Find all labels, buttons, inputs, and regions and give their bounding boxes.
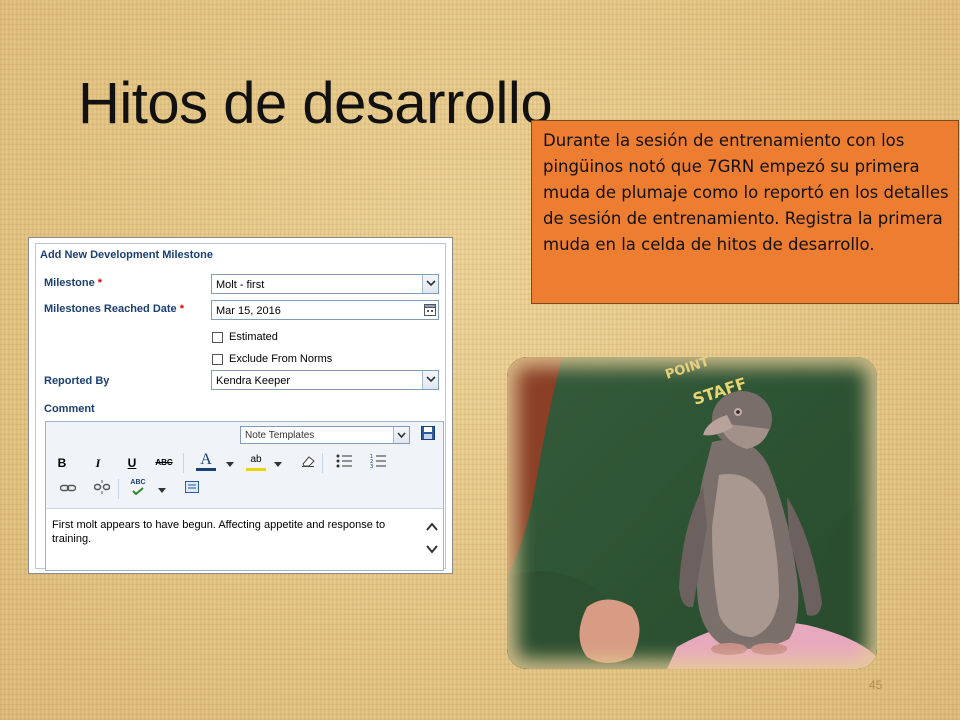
slide-title: Hitos de desarrollo bbox=[78, 71, 553, 136]
penguin-photo: POINT STAFF bbox=[507, 357, 877, 669]
exclude-from-norms-checkbox[interactable] bbox=[212, 354, 223, 365]
highlight-dropdown[interactable] bbox=[268, 454, 288, 472]
milestone-value: Molt - first bbox=[216, 279, 265, 291]
eraser-icon bbox=[302, 456, 315, 467]
bullet-list-icon bbox=[336, 454, 352, 468]
add-milestone-panel: Add New Development Milestone Milestone … bbox=[28, 237, 453, 574]
underline-button[interactable]: U bbox=[122, 454, 142, 472]
reported-by-dropdown-button[interactable] bbox=[422, 371, 438, 389]
document-icon bbox=[185, 481, 199, 493]
spellcheck-dropdown[interactable] bbox=[152, 480, 172, 498]
milestone-dropdown-button[interactable] bbox=[422, 275, 438, 293]
chevron-up-icon[interactable] bbox=[425, 520, 439, 534]
estimated-checkbox[interactable] bbox=[212, 332, 223, 343]
source-view-button[interactable] bbox=[182, 480, 202, 498]
numbered-list-icon: 1 2 3 bbox=[370, 454, 386, 470]
save-template-button[interactable] bbox=[418, 426, 438, 444]
chevron-down-icon bbox=[426, 376, 436, 383]
milestone-label: Milestone * bbox=[44, 277, 102, 289]
milestone-select[interactable]: Molt - first bbox=[211, 274, 439, 294]
required-marker: * bbox=[179, 303, 184, 315]
caret-down-icon bbox=[158, 488, 166, 493]
chevron-down-icon bbox=[426, 280, 436, 287]
toolbar-separator bbox=[322, 453, 323, 473]
note-templates-value: Note Templates bbox=[245, 430, 315, 441]
editor-scrollbar[interactable] bbox=[425, 520, 439, 570]
calendar-icon bbox=[424, 304, 436, 316]
reported-by-label: Reported By bbox=[44, 375, 110, 387]
estimated-label: Estimated bbox=[229, 331, 278, 343]
comment-editor: Note Templates B I U ABC A ab 1 2 3 ABC … bbox=[45, 421, 444, 571]
toolbar-separator bbox=[118, 479, 119, 499]
reported-by-value: Kendra Keeper bbox=[216, 375, 290, 387]
bold-button[interactable]: B bbox=[52, 454, 72, 472]
chevron-down-icon[interactable] bbox=[425, 542, 439, 556]
instruction-callout: Durante la sesión de entrenamiento con l… bbox=[531, 120, 959, 304]
eraser-button[interactable] bbox=[298, 454, 318, 472]
panel-title: Add New Development Milestone bbox=[40, 249, 213, 261]
checkmark-icon bbox=[132, 487, 144, 495]
unlink-icon bbox=[93, 480, 111, 494]
link-icon bbox=[59, 484, 77, 492]
numbered-list-button[interactable]: 1 2 3 bbox=[368, 454, 388, 472]
date-value: Mar 15, 2016 bbox=[216, 305, 281, 317]
panel-inner: Add New Development Milestone Milestone … bbox=[35, 243, 446, 571]
date-label: Milestones Reached Date * bbox=[44, 303, 184, 315]
caret-down-icon bbox=[274, 462, 282, 467]
date-label-text: Milestones Reached Date bbox=[44, 303, 177, 315]
required-marker: * bbox=[97, 277, 103, 289]
highlight-button[interactable]: ab bbox=[246, 452, 266, 471]
caret-down-icon bbox=[226, 462, 234, 467]
comment-textarea[interactable]: First molt appears to have begun. Affect… bbox=[52, 518, 402, 546]
italic-button[interactable]: I bbox=[88, 454, 108, 472]
calendar-button[interactable] bbox=[422, 301, 438, 319]
link-button[interactable] bbox=[58, 480, 78, 498]
strikethrough-button[interactable]: ABC bbox=[154, 454, 174, 472]
photo-soft-edge bbox=[507, 357, 877, 669]
toolbar-separator bbox=[183, 453, 184, 473]
milestone-label-text: Milestone bbox=[44, 277, 95, 289]
spellcheck-label: ABC bbox=[130, 479, 146, 486]
chevron-down-icon bbox=[397, 432, 406, 438]
date-input[interactable]: Mar 15, 2016 bbox=[211, 300, 439, 320]
unlink-button[interactable] bbox=[92, 480, 112, 498]
font-color-dropdown[interactable] bbox=[220, 454, 240, 472]
page-number: 45 bbox=[869, 678, 883, 692]
note-templates-select[interactable]: Note Templates bbox=[240, 426, 410, 444]
editor-toolbar: Note Templates B I U ABC A ab 1 2 3 ABC bbox=[46, 422, 443, 509]
comment-label: Comment bbox=[44, 403, 95, 415]
bullet-list-button[interactable] bbox=[334, 454, 354, 472]
spellcheck-button[interactable]: ABC bbox=[128, 478, 148, 496]
reported-by-select[interactable]: Kendra Keeper bbox=[211, 370, 439, 390]
svg-text:3: 3 bbox=[370, 464, 373, 468]
font-color-button[interactable]: A bbox=[196, 452, 216, 471]
note-templates-dropdown-button[interactable] bbox=[393, 427, 409, 443]
save-icon bbox=[421, 426, 435, 440]
exclude-from-norms-label: Exclude From Norms bbox=[229, 353, 333, 365]
